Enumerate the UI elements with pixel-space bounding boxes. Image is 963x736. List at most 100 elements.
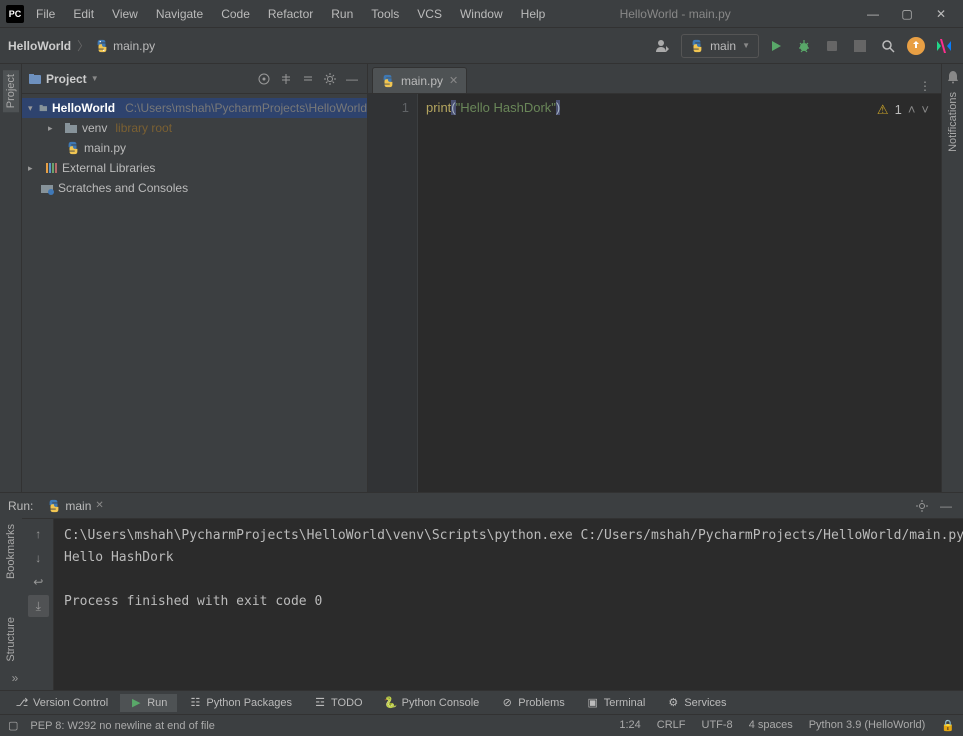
more-icon[interactable]: » bbox=[4, 667, 26, 689]
soft-wrap-icon[interactable]: ↩ bbox=[28, 571, 50, 593]
status-interpreter[interactable]: Python 3.9 (HelloWorld) bbox=[809, 719, 926, 732]
scratches-icon bbox=[40, 181, 54, 195]
menu-vcs[interactable]: VCS bbox=[409, 3, 450, 25]
scroll-end-icon[interactable]: ⤓ bbox=[28, 595, 50, 617]
run-button[interactable] bbox=[765, 35, 787, 57]
breadcrumb-project[interactable]: HelloWorld bbox=[8, 39, 71, 53]
breadcrumb-file[interactable]: main.py bbox=[95, 39, 155, 53]
bottom-tab-pypackages[interactable]: ☷Python Packages bbox=[179, 694, 302, 712]
python-file-icon bbox=[66, 141, 80, 155]
menu-run[interactable]: Run bbox=[323, 3, 361, 25]
editor-more-icon[interactable]: ⋮ bbox=[909, 79, 941, 93]
gear-icon[interactable] bbox=[913, 497, 931, 515]
stop-button[interactable] bbox=[849, 35, 871, 57]
pycharm-icon: PC bbox=[6, 5, 24, 23]
menu-tools[interactable]: Tools bbox=[363, 3, 407, 25]
chevron-down-icon: ▼ bbox=[91, 74, 99, 83]
status-line-sep[interactable]: CRLF bbox=[657, 719, 686, 732]
sidebar-tab-structure[interactable]: Structure bbox=[3, 613, 19, 666]
python-icon bbox=[47, 499, 61, 513]
debug-button[interactable] bbox=[793, 35, 815, 57]
close-icon[interactable]: ✕ bbox=[95, 500, 103, 511]
sidebar-tab-bookmarks[interactable]: Bookmarks bbox=[3, 520, 19, 583]
python-file-icon bbox=[381, 74, 395, 88]
code-with-me-icon[interactable] bbox=[933, 35, 955, 57]
menu-file[interactable]: File bbox=[28, 3, 63, 25]
notification-bell-icon[interactable] bbox=[946, 70, 960, 84]
menu-refactor[interactable]: Refactor bbox=[260, 3, 321, 25]
status-caret-pos[interactable]: 1:24 bbox=[619, 719, 640, 732]
project-folder-icon bbox=[28, 72, 42, 86]
warning-count: 1 bbox=[895, 100, 902, 120]
libraries-icon bbox=[44, 161, 58, 175]
python-icon bbox=[690, 39, 704, 53]
python-icon: 🐍 bbox=[385, 697, 397, 709]
terminal-icon: ▣ bbox=[587, 697, 599, 709]
menu-window[interactable]: Window bbox=[452, 3, 511, 25]
editor-gutter: 1 bbox=[368, 94, 418, 492]
close-button[interactable]: ✕ bbox=[925, 4, 957, 24]
status-message: PEP 8: W292 no newline at end of file bbox=[30, 720, 214, 732]
prev-problem-icon[interactable]: ˄ bbox=[908, 100, 916, 120]
tree-venv[interactable]: ▸ venv library root bbox=[22, 118, 367, 138]
code-editor[interactable]: print("Hello HashDork") ⚠ 1 ˄ ˅ bbox=[418, 94, 941, 492]
packages-icon: ☷ bbox=[189, 697, 201, 709]
menu-view[interactable]: View bbox=[104, 3, 146, 25]
bottom-tab-pyconsole[interactable]: 🐍Python Console bbox=[375, 694, 490, 712]
run-tab-main[interactable]: main ✕ bbox=[41, 497, 109, 515]
bottom-tab-vcs[interactable]: ⎇Version Control bbox=[6, 694, 118, 712]
main-menu: File Edit View Navigate Code Refactor Ru… bbox=[28, 3, 553, 25]
gear-icon[interactable] bbox=[321, 70, 339, 88]
select-opened-icon[interactable] bbox=[255, 70, 273, 88]
up-arrow-icon[interactable]: ↑ bbox=[28, 523, 50, 545]
menu-code[interactable]: Code bbox=[213, 3, 258, 25]
hide-panel-icon[interactable]: — bbox=[343, 70, 361, 88]
menu-edit[interactable]: Edit bbox=[65, 3, 102, 25]
lock-icon[interactable]: 🔒 bbox=[941, 719, 955, 732]
bottom-tab-problems[interactable]: ⊘Problems bbox=[491, 694, 574, 712]
sync-icon[interactable] bbox=[905, 35, 927, 57]
bottom-tab-run[interactable]: ▶Run bbox=[120, 694, 177, 712]
search-icon[interactable] bbox=[877, 35, 899, 57]
run-console-output[interactable]: C:\Users\mshah\PycharmProjects\HelloWorl… bbox=[54, 519, 963, 690]
chevron-down-icon: ▼ bbox=[742, 41, 750, 50]
status-tool-window-icon[interactable]: ▢ bbox=[8, 719, 18, 732]
menu-help[interactable]: Help bbox=[513, 3, 554, 25]
sidebar-tab-notifications[interactable]: Notifications bbox=[945, 88, 961, 156]
window-title: HelloWorld - main.py bbox=[557, 7, 853, 21]
problems-icon: ⊘ bbox=[501, 697, 513, 709]
bottom-tab-todo[interactable]: ☲TODO bbox=[304, 694, 373, 712]
maximize-button[interactable]: ▢ bbox=[891, 4, 923, 24]
run-coverage-button[interactable] bbox=[821, 35, 843, 57]
editor-tab-mainpy[interactable]: main.py ✕ bbox=[372, 67, 467, 93]
folder-icon bbox=[64, 121, 78, 135]
sidebar-tab-project[interactable]: Project bbox=[3, 70, 19, 112]
project-panel-title[interactable]: Project ▼ bbox=[28, 72, 99, 86]
menu-navigate[interactable]: Navigate bbox=[148, 3, 211, 25]
folder-icon bbox=[39, 101, 48, 115]
python-file-icon bbox=[95, 39, 109, 53]
tree-root[interactable]: ▾ HelloWorld C:\Users\mshah\PycharmProje… bbox=[22, 98, 367, 118]
next-problem-icon[interactable]: ˅ bbox=[921, 100, 929, 120]
status-indent[interactable]: 4 spaces bbox=[749, 719, 793, 732]
status-encoding[interactable]: UTF-8 bbox=[702, 719, 733, 732]
collapse-all-icon[interactable] bbox=[299, 70, 317, 88]
warning-icon[interactable]: ⚠ bbox=[877, 100, 889, 120]
tree-mainpy[interactable]: main.py bbox=[22, 138, 367, 158]
tree-external-libs[interactable]: ▸ External Libraries bbox=[22, 158, 367, 178]
user-icon[interactable] bbox=[651, 34, 675, 58]
breadcrumb: HelloWorld 〉 main.py bbox=[8, 37, 155, 54]
play-icon: ▶ bbox=[130, 697, 142, 709]
bottom-tab-services[interactable]: ⚙Services bbox=[657, 694, 736, 712]
expand-all-icon[interactable] bbox=[277, 70, 295, 88]
down-arrow-icon[interactable]: ↓ bbox=[28, 547, 50, 569]
tree-scratches[interactable]: Scratches and Consoles bbox=[22, 178, 367, 198]
todo-icon: ☲ bbox=[314, 697, 326, 709]
branch-icon: ⎇ bbox=[16, 697, 28, 709]
minimize-button[interactable]: — bbox=[857, 4, 889, 24]
services-icon: ⚙ bbox=[667, 697, 679, 709]
hide-panel-icon[interactable]: — bbox=[937, 497, 955, 515]
bottom-tab-terminal[interactable]: ▣Terminal bbox=[577, 694, 656, 712]
close-tab-icon[interactable]: ✕ bbox=[449, 74, 458, 87]
run-config-selector[interactable]: main ▼ bbox=[681, 34, 759, 58]
